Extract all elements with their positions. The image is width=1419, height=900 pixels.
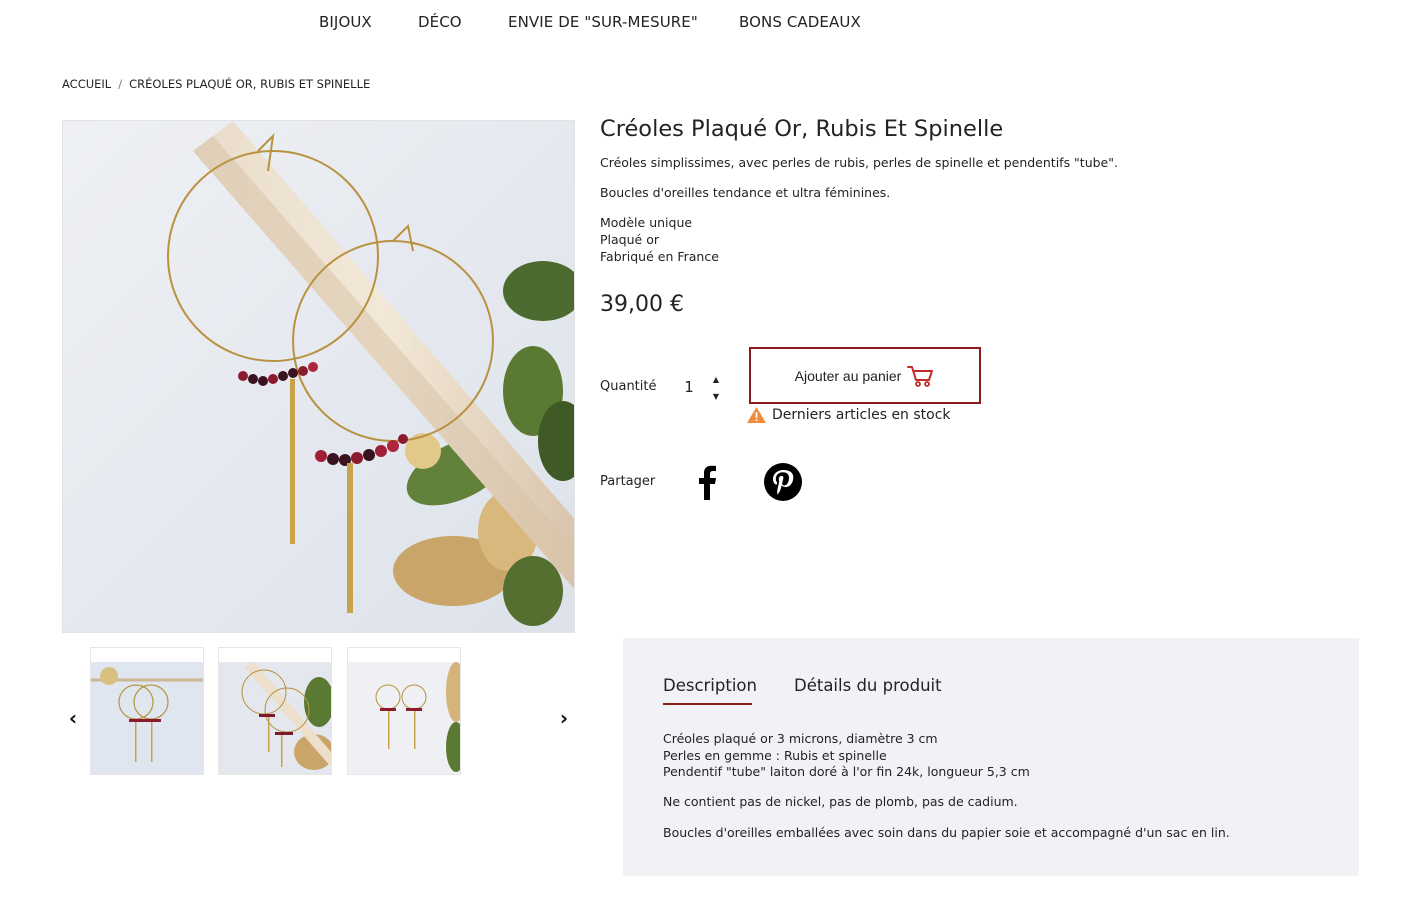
share-label: Partager (600, 474, 656, 489)
breadcrumb-separator: / (118, 77, 123, 91)
facebook-icon[interactable] (693, 462, 723, 502)
product-feature-3: Fabriqué en France (600, 249, 719, 264)
warning-icon (747, 407, 766, 423)
description-line-2: Perles en gemme : Rubis et spinelle (663, 748, 887, 763)
stock-notice-text: Derniers articles en stock (772, 407, 951, 423)
pinterest-icon[interactable] (763, 462, 803, 502)
thumbnail-2-image (219, 662, 331, 774)
tab-description[interactable]: Description (663, 676, 757, 695)
product-feature-2: Plaqué or (600, 232, 659, 247)
thumbnail-1[interactable] (90, 647, 204, 775)
quantity-input[interactable] (672, 374, 706, 400)
description-paragraph-2: Ne contient pas de nickel, pas de plomb,… (663, 794, 1018, 809)
product-title: Créoles Plaqué Or, Rubis Et Spinelle (600, 116, 1004, 142)
active-tab-underline (663, 703, 752, 705)
chevron-right-icon[interactable]: › (554, 706, 574, 730)
stock-notice: Derniers articles en stock (746, 405, 951, 425)
shopping-cart-icon (907, 365, 934, 387)
nav-item-sur-mesure[interactable]: ENVIE DE "SUR-MESURE" (508, 13, 698, 31)
chevron-left-icon[interactable]: ‹ (63, 706, 83, 730)
quantity-decrease-icon[interactable]: ▼ (710, 391, 722, 403)
add-to-cart-label: Ajouter au panier (794, 367, 902, 384)
quantity-increase-icon[interactable]: ▲ (710, 374, 722, 386)
description-line-1: Créoles plaqué or 3 microns, diamètre 3 … (663, 731, 938, 746)
description-line-3: Pendentif "tube" laiton doré à l'or fin … (663, 764, 1030, 779)
product-summary-2: Boucles d'oreilles tendance et ultra fém… (600, 185, 891, 200)
product-price: 39,00 € (600, 292, 684, 317)
thumbnail-3[interactable] (347, 647, 461, 775)
breadcrumb-home-link[interactable]: ACCUEIL (62, 77, 111, 91)
nav-item-deco[interactable]: DÉCO (418, 13, 462, 31)
earrings-photo (63, 121, 574, 632)
breadcrumb-current: CRÉOLES PLAQUÉ OR, RUBIS ET SPINELLE (129, 77, 371, 91)
description-paragraph-3: Boucles d'oreilles emballées avec soin d… (663, 825, 1230, 840)
product-summary-1: Créoles simplissimes, avec perles de rub… (600, 155, 1118, 170)
thumbnail-2[interactable] (218, 647, 332, 775)
nav-item-bons-cadeaux[interactable]: BONS CADEAUX (739, 13, 861, 31)
quantity-label: Quantité (600, 379, 657, 394)
main-product-image[interactable] (62, 120, 575, 633)
thumbnail-1-image (91, 662, 203, 774)
top-navigation: BIJOUX DÉCO ENVIE DE "SUR-MESURE" BONS C… (0, 0, 1419, 46)
add-to-cart-button[interactable]: Ajouter au panier (749, 347, 981, 404)
nav-item-bijoux[interactable]: BIJOUX (319, 13, 372, 31)
breadcrumb: ACCUEIL / CRÉOLES PLAQUÉ OR, RUBIS ET SPIN… (62, 77, 370, 91)
product-feature-1: Modèle unique (600, 215, 693, 230)
thumbnail-3-image (348, 662, 460, 774)
tab-product-details[interactable]: Détails du produit (794, 676, 942, 695)
